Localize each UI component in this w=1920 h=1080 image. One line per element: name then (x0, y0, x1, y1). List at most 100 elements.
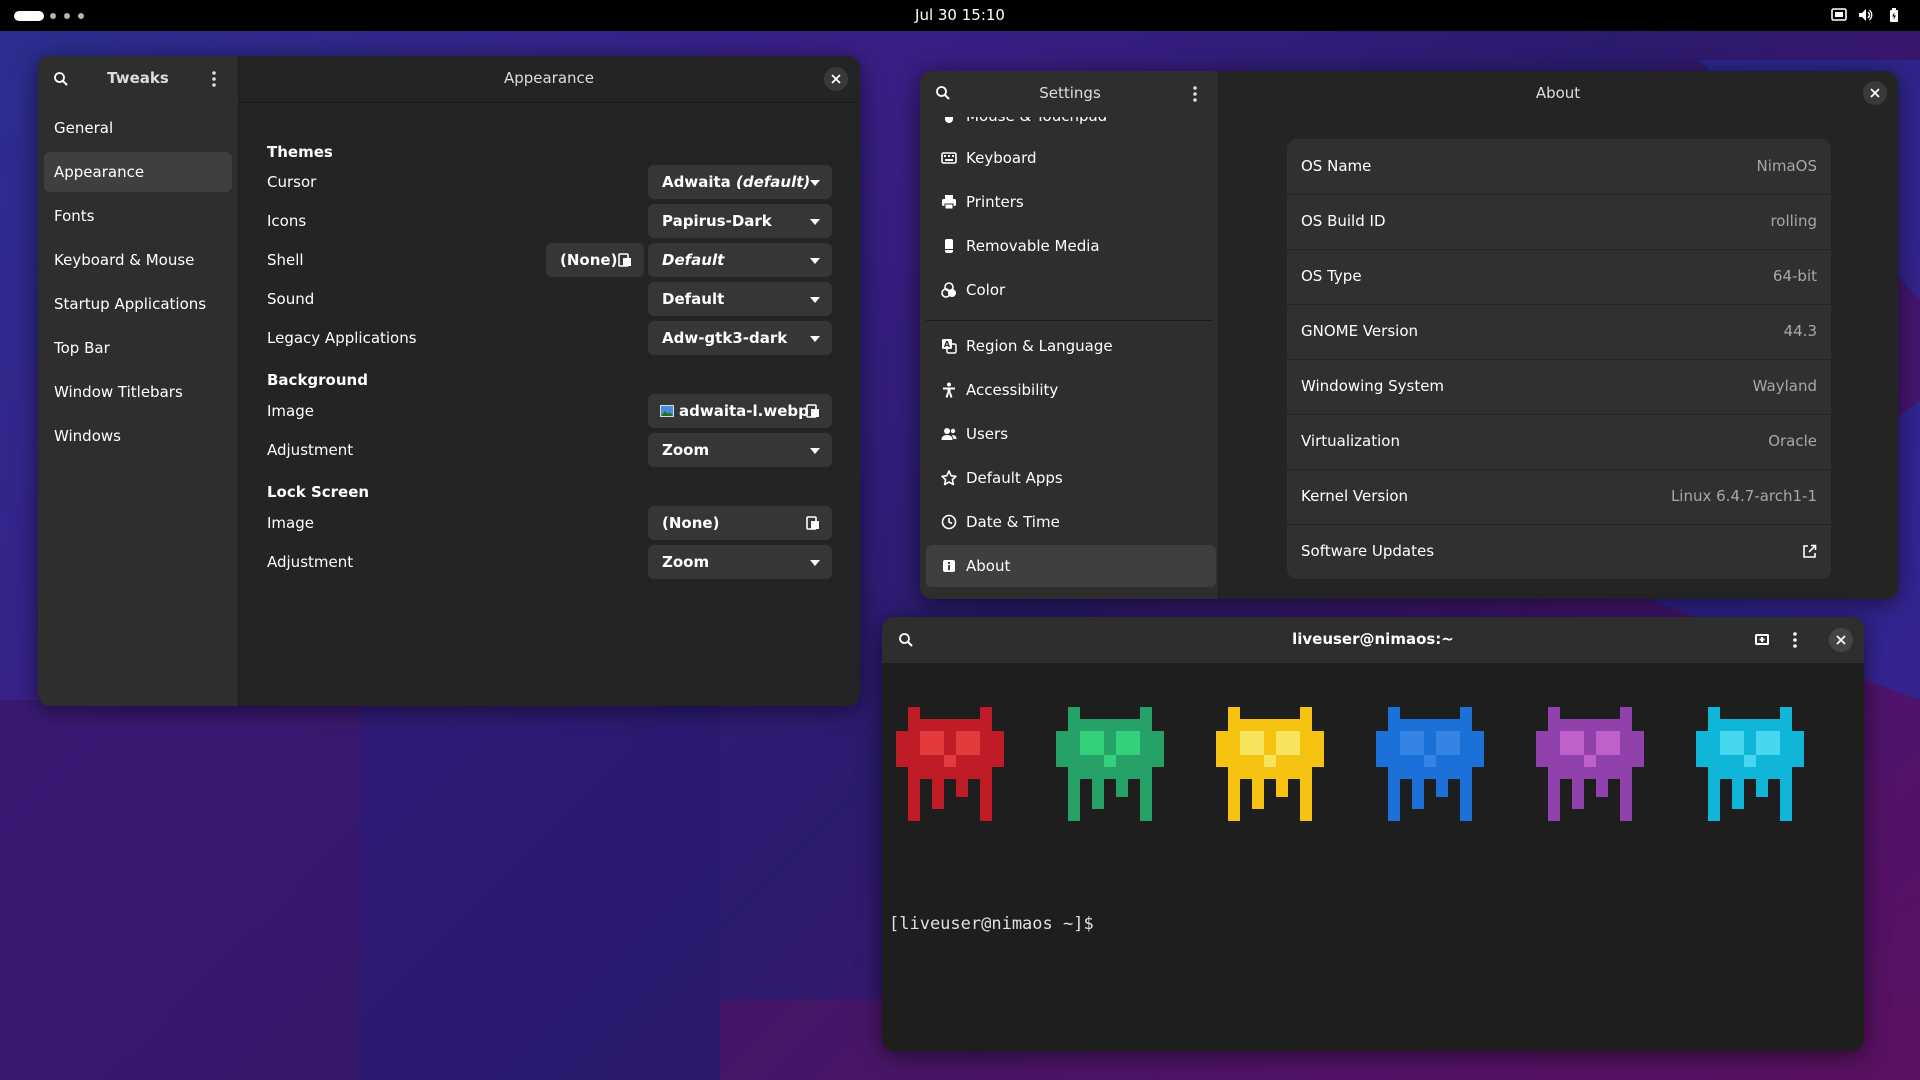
nav-mouse-touchpad[interactable]: Mouse & Touchpad (926, 117, 1216, 137)
shell-dropdown[interactable]: Default (648, 243, 832, 277)
nav-keyboard-mouse[interactable]: Keyboard & Mouse (44, 240, 232, 280)
close-icon (1870, 88, 1880, 98)
nav-date-time[interactable]: Date & Time (926, 501, 1216, 543)
clock-icon (941, 514, 957, 530)
nav-printers[interactable]: Printers (926, 181, 1216, 223)
nav-top-bar[interactable]: Top Bar (44, 328, 232, 368)
nav-appearance[interactable]: Appearance (44, 152, 232, 192)
settings-page-title: About (1535, 84, 1581, 102)
search-icon[interactable] (935, 85, 951, 101)
section-lock-screen: Lock Screen (267, 483, 370, 501)
label-ls-image: Image (267, 514, 314, 532)
nav-general[interactable]: General (44, 108, 232, 148)
info-icon (943, 560, 955, 572)
search-icon[interactable] (898, 632, 914, 648)
section-background: Background (267, 371, 368, 389)
usb-icon (945, 239, 953, 253)
menu-icon[interactable] (1793, 631, 1797, 649)
about-row-virtualization: Virtualization Oracle (1287, 414, 1831, 470)
volume-icon[interactable] (1858, 7, 1874, 23)
chevron-down-icon (810, 180, 820, 186)
printer-icon (942, 195, 956, 210)
nav-windows[interactable]: Windows (44, 416, 232, 456)
region-icon: A (942, 339, 957, 354)
label-shell: Shell (267, 251, 304, 269)
section-themes: Themes (267, 143, 333, 161)
nav-color[interactable]: Color (926, 269, 1216, 311)
color-icon (941, 282, 956, 298)
invader-sprite (1696, 707, 1804, 821)
nav-fonts[interactable]: Fonts (44, 196, 232, 236)
close-icon (1836, 635, 1846, 645)
close-button[interactable] (824, 67, 848, 91)
invader-sprite (1536, 707, 1644, 821)
nav-removable-media[interactable]: Removable Media (926, 225, 1216, 267)
bg-adjustment-dropdown[interactable]: Zoom (648, 433, 832, 467)
about-row-kernel-version: Kernel Version Linux 6.4.7-arch1-1 (1287, 469, 1831, 525)
chevron-down-icon (810, 448, 820, 454)
mouse-icon (945, 117, 953, 123)
nav-default-apps[interactable]: Default Apps (926, 457, 1216, 499)
about-row-os-name: OS Name NimaOS (1287, 139, 1831, 195)
settings-app-title: Settings (1039, 84, 1101, 102)
nav-keyboard[interactable]: Keyboard (926, 137, 1216, 179)
menu-icon[interactable] (212, 70, 216, 88)
close-button[interactable] (1829, 628, 1853, 652)
terminal-prompt[interactable]: [liveuser@nimaos ~]$ (889, 914, 1094, 934)
new-tab-icon[interactable] (1754, 632, 1770, 648)
label-bg-image: Image (267, 402, 314, 420)
ls-adjustment-dropdown[interactable]: Zoom (648, 545, 832, 579)
clock[interactable]: Jul 30 15:10 (0, 0, 1920, 31)
terminal-window: liveuser@nimaos:~ [liveuser@nimaos ~]$ (882, 617, 1864, 1051)
accessibility-icon (943, 382, 955, 398)
chevron-down-icon (810, 219, 820, 225)
nav-about[interactable]: About (926, 545, 1216, 587)
cursor-dropdown[interactable]: Adwaita (default) (648, 165, 832, 199)
chevron-down-icon (810, 336, 820, 342)
label-sound: Sound (267, 290, 315, 308)
terminal-invaders-art (896, 707, 1804, 821)
settings-window: Settings About Mouse & Touchpad Keyboard… (920, 71, 1898, 599)
battery-icon[interactable] (1886, 7, 1902, 23)
close-button[interactable] (1863, 81, 1887, 105)
terminal-title: liveuser@nimaos:~ (1292, 630, 1454, 648)
tweaks-app-title: Tweaks (107, 69, 169, 87)
about-row-software-updates[interactable]: Software Updates (1287, 524, 1831, 579)
about-list: OS Name NimaOS OS Build ID rolling OS Type… (1287, 139, 1831, 579)
nav-users[interactable]: Users (926, 413, 1216, 455)
shell-file-button[interactable]: (None) (546, 243, 644, 277)
users-icon (941, 428, 957, 440)
file-icon (806, 404, 819, 418)
menu-icon[interactable] (1193, 85, 1197, 103)
chevron-down-icon (810, 258, 820, 264)
star-icon (941, 470, 957, 486)
invader-sprite (1376, 707, 1484, 821)
chevron-down-icon (810, 297, 820, 303)
nav-window-titlebars[interactable]: Window Titlebars (44, 372, 232, 412)
search-icon[interactable] (53, 71, 69, 87)
tweaks-page-title: Appearance (503, 69, 595, 87)
sound-dropdown[interactable]: Default (648, 282, 832, 316)
icons-dropdown[interactable]: Papirus-Dark (648, 204, 832, 238)
external-link-icon (1803, 544, 1817, 558)
top-bar: Jul 30 15:10 (0, 0, 1920, 31)
invader-sprite (896, 707, 1004, 821)
nav-accessibility[interactable]: Accessibility (926, 369, 1216, 411)
label-bg-adjustment: Adjustment (267, 441, 354, 459)
nav-startup-applications[interactable]: Startup Applications (44, 284, 232, 324)
bg-image-button[interactable]: adwaita-l.webp (648, 394, 832, 428)
label-icons: Icons (267, 212, 307, 230)
legacy-dropdown[interactable]: Adw-gtk3-dark (648, 321, 832, 355)
screen-icon[interactable] (1831, 7, 1847, 23)
file-icon (806, 516, 819, 530)
about-row-os-build-id: OS Build ID rolling (1287, 194, 1831, 250)
invader-sprite (1216, 707, 1324, 821)
about-row-gnome-version: GNOME Version 44.3 (1287, 304, 1831, 360)
image-icon (660, 405, 674, 417)
about-row-windowing-system: Windowing System Wayland (1287, 359, 1831, 415)
ls-image-button[interactable]: (None) (648, 506, 832, 540)
nav-region-language[interactable]: A Region & Language (926, 325, 1216, 367)
invader-sprite (1056, 707, 1164, 821)
label-cursor: Cursor (267, 173, 317, 191)
keyboard-icon (941, 152, 957, 164)
